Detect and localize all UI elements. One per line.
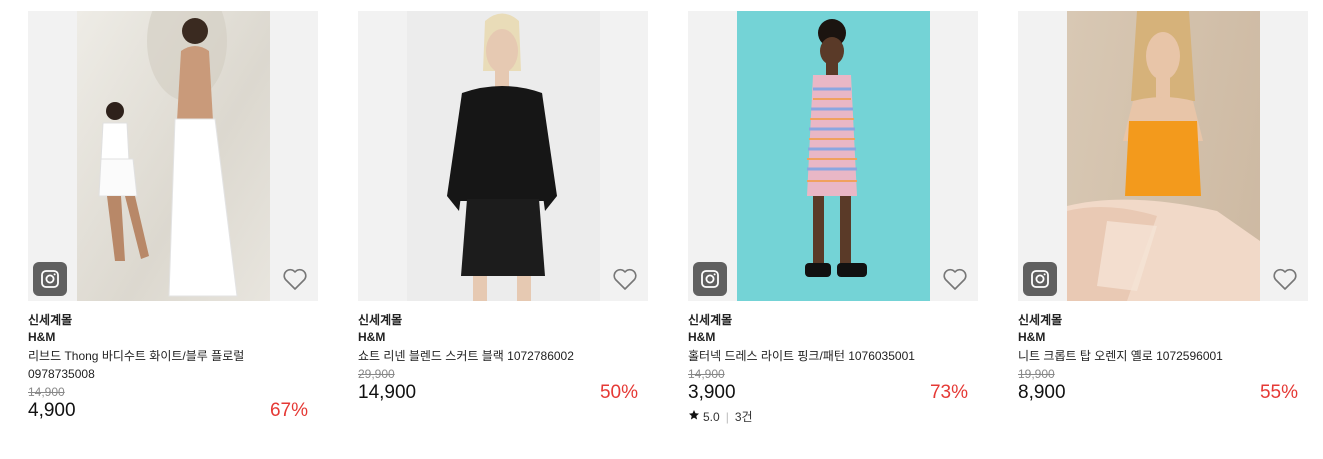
instagram-icon [33, 262, 67, 296]
original-price: 29,900 [358, 367, 395, 381]
product-grid: 신세계몰 H&M 리브드 Thong 바디수트 화이트/블루 플로럴 09787… [0, 0, 1323, 459]
product-title[interactable]: 쇼트 리넨 블렌드 스커트 블랙 1072786002 [358, 347, 648, 365]
sale-price: 14,900 [358, 382, 417, 403]
product-title-line: 리브드 Thong 바디수트 화이트/블루 플로럴 [28, 349, 245, 363]
price-row: 14,900 50% [358, 381, 648, 405]
discount-rate: 73% [929, 382, 968, 403]
store-name: 신세계몰 [28, 313, 73, 327]
brand-name: H&M [28, 330, 56, 344]
star-icon [688, 409, 700, 425]
product-title[interactable]: 홀터넥 드레스 라이트 핑크/패턴 1076035001 [688, 347, 978, 365]
product-thumbnail[interactable] [28, 11, 318, 301]
product-thumbnail[interactable] [358, 11, 648, 301]
price-row: 4,900 67% [28, 399, 318, 423]
price-row: 3,900 73% [688, 381, 978, 405]
product-title-line: 쇼트 리넨 블렌드 스커트 블랙 1072786002 [358, 349, 574, 363]
product-photo [737, 11, 930, 301]
product-thumbnail[interactable] [1018, 11, 1308, 301]
brand-name: H&M [688, 330, 716, 344]
rating-summary[interactable]: 5.0 | 3건 [688, 409, 978, 425]
original-price: 19,900 [1018, 367, 1055, 381]
brand-name: H&M [358, 330, 386, 344]
store-name: 신세계몰 [1018, 313, 1063, 327]
sale-price: 8,900 [1018, 382, 1066, 403]
product-card[interactable]: 신세계몰 H&M 리브드 Thong 바디수트 화이트/블루 플로럴 09787… [28, 11, 318, 423]
product-photo [77, 11, 270, 301]
product-title-line: 홀터넥 드레스 라이트 핑크/패턴 1076035001 [688, 349, 915, 363]
store-name: 신세계몰 [688, 313, 733, 327]
brand-name: H&M [1018, 330, 1046, 344]
discount-rate: 50% [599, 382, 638, 403]
product-title-line: 0978735008 [28, 367, 95, 381]
product-thumbnail[interactable] [688, 11, 978, 301]
instagram-icon [1023, 262, 1057, 296]
instagram-icon [693, 262, 727, 296]
sale-price: 3,900 [688, 382, 736, 403]
product-card[interactable]: 신세계몰 H&M 홀터넥 드레스 라이트 핑크/패턴 1076035001 14… [688, 11, 978, 425]
original-price: 14,900 [28, 385, 65, 399]
sale-price: 4,900 [28, 400, 76, 421]
original-price: 14,900 [688, 367, 725, 381]
rating-score: 5.0 [703, 410, 720, 424]
product-title-line: 니트 크롭트 탑 오렌지 옐로 1072596001 [1018, 349, 1223, 363]
product-photo [1067, 11, 1260, 301]
product-card[interactable]: 신세계몰 H&M 쇼트 리넨 블렌드 스커트 블랙 1072786002 29,… [358, 11, 648, 405]
discount-rate: 55% [1259, 382, 1298, 403]
discount-rate: 67% [269, 400, 308, 421]
heart-outline-icon[interactable] [612, 267, 638, 291]
product-title[interactable]: 리브드 Thong 바디수트 화이트/블루 플로럴 0978735008 [28, 347, 318, 383]
store-name: 신세계몰 [358, 313, 403, 327]
review-count: 3건 [734, 410, 753, 424]
heart-outline-icon[interactable] [282, 267, 308, 291]
product-card[interactable]: 신세계몰 H&M 니트 크롭트 탑 오렌지 옐로 1072596001 19,9… [1018, 11, 1308, 405]
heart-outline-icon[interactable] [942, 267, 968, 291]
product-photo [407, 11, 600, 301]
heart-outline-icon[interactable] [1272, 267, 1298, 291]
rating-divider: | [725, 410, 729, 424]
price-row: 8,900 55% [1018, 381, 1308, 405]
product-title[interactable]: 니트 크롭트 탑 오렌지 옐로 1072596001 [1018, 347, 1308, 365]
